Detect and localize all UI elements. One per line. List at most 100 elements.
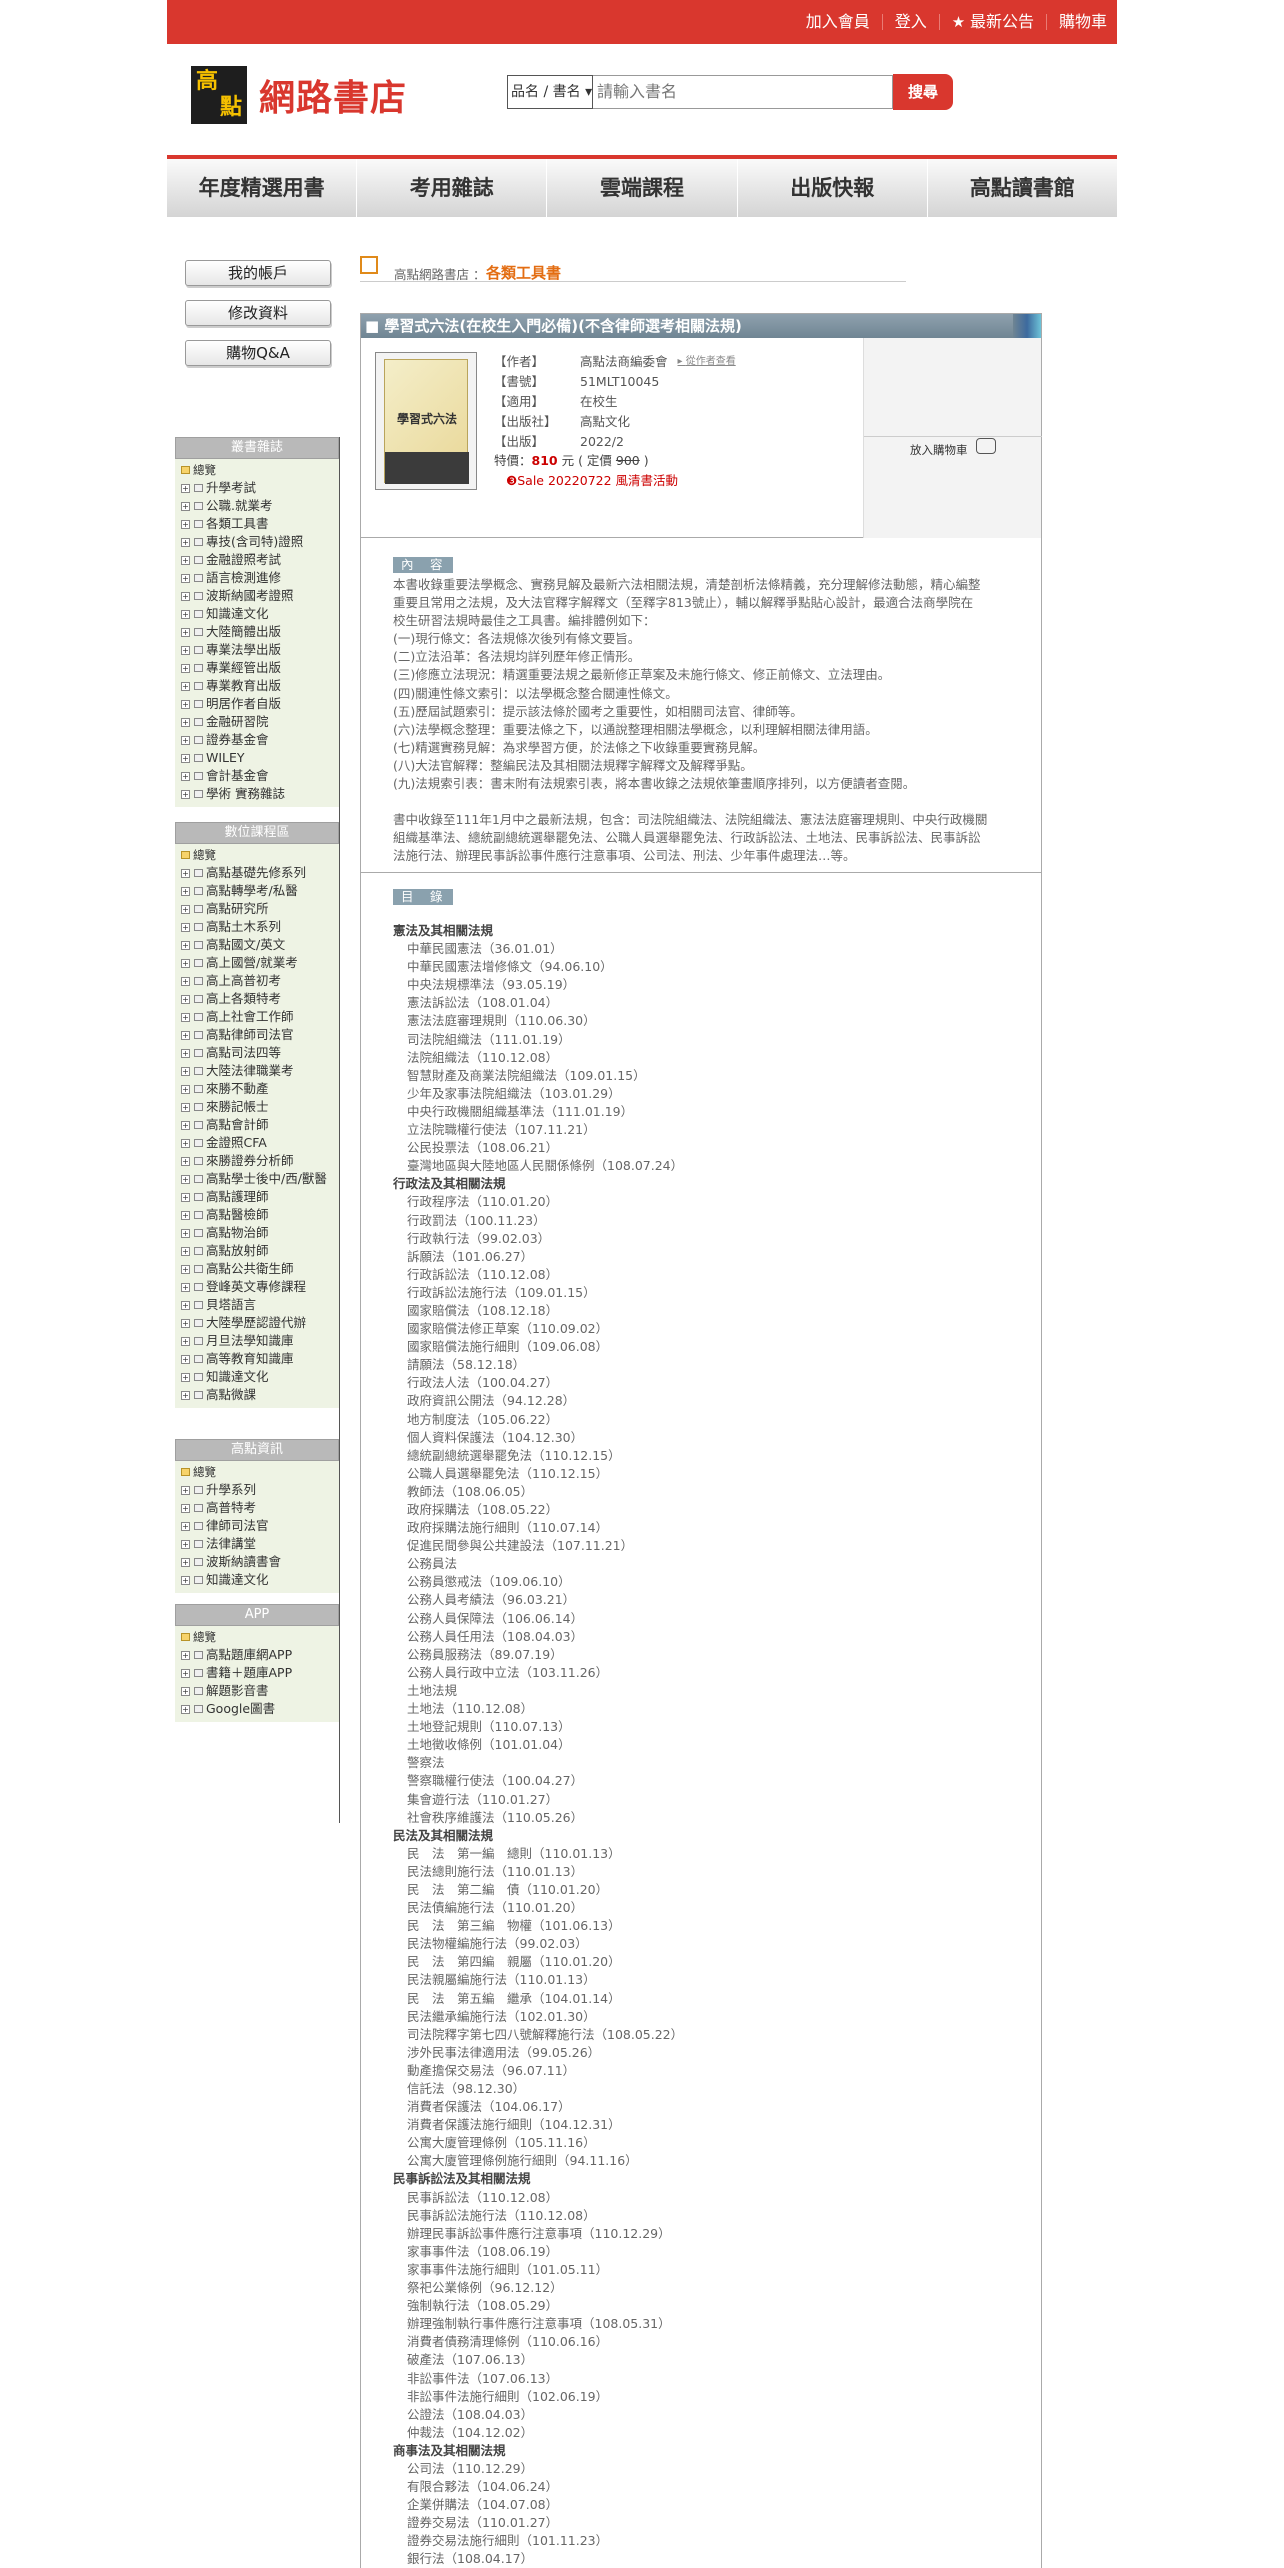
sidebar-item[interactable]: + 專業法學出版 — [181, 641, 339, 659]
product-field: 【出版社】 高點文化 — [494, 414, 631, 429]
sidebar-item[interactable]: + 專技(含司特)證照 — [181, 533, 339, 551]
sidebar-item[interactable]: + 金融研習院 — [181, 713, 339, 731]
sidebar-item[interactable]: + 金證照CFA — [181, 1134, 339, 1152]
sidebar-item[interactable]: + 高上高普初考 — [181, 972, 339, 990]
sidebar-item[interactable]: + 金融證照考試 — [181, 551, 339, 569]
folder-icon — [194, 700, 203, 708]
sidebar-item[interactable]: + 高點研究所 — [181, 900, 339, 918]
sidebar-item[interactable]: + 知識達文化 — [181, 1571, 339, 1589]
sidebar-item[interactable]: + 高點學士後中/西/獸醫 — [181, 1170, 339, 1188]
sidebar-item[interactable]: + 大陸法律職業考 — [181, 1062, 339, 1080]
toc-entry: 消費者保護法施行細則（104.12.31） — [407, 2117, 621, 2133]
sidebar-overview[interactable]: 總覽 — [181, 1463, 339, 1481]
sidebar-item[interactable]: + 高點國文/英文 — [181, 936, 339, 954]
folder-icon — [194, 977, 203, 985]
sidebar-item[interactable]: + 高點轉學考/私醫 — [181, 882, 339, 900]
sidebar-item[interactable]: + 公職.就業考 — [181, 497, 339, 515]
sale-event-link[interactable]: ❸Sale 20220722 風清書活動 — [506, 470, 678, 489]
site-logo[interactable]: 高 點 網路書店 — [191, 66, 407, 124]
sidebar-overview[interactable]: 總覽 — [181, 461, 339, 479]
sidebar-item[interactable]: + 貝塔語言 — [181, 1296, 339, 1314]
book-cover[interactable]: 學習式六法 — [375, 352, 477, 490]
sidebar-item[interactable]: + 升學系列 — [181, 1481, 339, 1499]
sidebar-item[interactable]: + 知識達文化 — [181, 1368, 339, 1386]
sidebar-item[interactable]: + 會計基金會 — [181, 767, 339, 785]
sidebar-item[interactable]: + 高上社會工作師 — [181, 1008, 339, 1026]
sidebar-item[interactable]: + 高點司法四等 — [181, 1044, 339, 1062]
search-button[interactable]: 搜尋 — [893, 74, 953, 110]
toc-entry: 涉外民事法律適用法（99.05.26） — [407, 2044, 601, 2060]
sidebar-item[interactable]: + 法律講堂 — [181, 1535, 339, 1553]
sidebar-item[interactable]: + 來勝證券分析師 — [181, 1152, 339, 1170]
sidebar-item[interactable]: + 高上國營/就業考 — [181, 954, 339, 972]
sidebar-section: 數位課程區 總覽 + 高點基礎先修系列 + 高點轉學考/私醫 + 高點研究所 + 高點土木系列 + 高… — [175, 822, 339, 1408]
nav-magazines[interactable]: 考用雜誌 — [357, 159, 548, 217]
sidebar-item[interactable]: + 高等教育知識庫 — [181, 1350, 339, 1368]
sidebar-item[interactable]: + 高點醫檢師 — [181, 1206, 339, 1224]
sidebar-item[interactable]: + 升學考試 — [181, 479, 339, 497]
sidebar-item[interactable]: + 大陸簡體出版 — [181, 623, 339, 641]
nav-annual-picks[interactable]: 年度精選用書 — [167, 159, 358, 217]
add-to-cart-button[interactable]: 放入購物車 — [910, 442, 968, 458]
toc-entry: 土地法（110.12.08） — [407, 1701, 534, 1717]
sidebar-item[interactable]: + 波斯納讀書會 — [181, 1553, 339, 1571]
sidebar-item[interactable]: + 高普特考 — [181, 1499, 339, 1517]
sidebar-item[interactable]: + 來勝記帳士 — [181, 1098, 339, 1116]
sidebar-item[interactable]: + 知識達文化 — [181, 605, 339, 623]
shopping-faq-button[interactable]: 購物Q&A — [185, 340, 331, 366]
sidebar-item[interactable]: + WILEY — [181, 749, 339, 767]
author-link[interactable]: ▸ 從作者查看 — [678, 352, 736, 372]
sidebar-item[interactable]: + 高點公共衛生師 — [181, 1260, 339, 1278]
sidebar-item[interactable]: + 高點題庫網APP — [181, 1646, 339, 1664]
sidebar-item[interactable]: + 高點放射師 — [181, 1242, 339, 1260]
sidebar-item[interactable]: + 學術 實務雜誌 — [181, 785, 339, 803]
sidebar-item[interactable]: + 書籍＋題庫APP — [181, 1664, 339, 1682]
sidebar-item[interactable]: + 高點律師司法官 — [181, 1026, 339, 1044]
sidebar-item[interactable]: + 月旦法學知識庫 — [181, 1332, 339, 1350]
expand-icon: + — [181, 1265, 190, 1274]
news-link[interactable]: ★ 最新公告 — [938, 14, 1034, 30]
login-link[interactable]: 登入 — [881, 14, 927, 30]
sidebar-item[interactable]: + 高點物治師 — [181, 1224, 339, 1242]
sidebar-item[interactable]: + 來勝不動產 — [181, 1080, 339, 1098]
sidebar-item[interactable]: + 語言檢測進修 — [181, 569, 339, 587]
sidebar-item[interactable]: + 證券基金會 — [181, 731, 339, 749]
sidebar-item[interactable]: + 專業教育出版 — [181, 677, 339, 695]
sidebar-item[interactable]: + 大陸學歷認證代辦 — [181, 1314, 339, 1332]
join-member-link[interactable]: 加入會員 — [794, 14, 870, 30]
sidebar-overview[interactable]: 總覽 — [181, 846, 339, 864]
sidebar-item[interactable]: + 專業經管出版 — [181, 659, 339, 677]
sidebar-overview[interactable]: 總覽 — [181, 1628, 339, 1646]
sidebar-item[interactable]: + 各類工具書 — [181, 515, 339, 533]
toc-entry: 訴願法（101.06.27） — [407, 1248, 534, 1264]
nav-publication-news[interactable]: 出版快報 — [738, 159, 928, 217]
search-input[interactable]: 請輸入書名 — [593, 75, 893, 109]
nav-cloud-courses[interactable]: 雲端課程 — [547, 159, 738, 217]
sidebar-item[interactable]: + 高點護理師 — [181, 1188, 339, 1206]
nav-reading-hall[interactable]: 高點讀書館 — [928, 159, 1117, 217]
breadcrumb-home[interactable]: 高點網路書店 ： — [394, 264, 486, 283]
search-type-select[interactable]: 品名 / 書名 ▾ — [507, 75, 593, 109]
cart-icon[interactable] — [976, 438, 996, 454]
toc-entry: 行政程序法（110.01.20） — [407, 1194, 559, 1210]
toc-entry: 土地法規 — [407, 1682, 458, 1698]
my-account-button[interactable]: 我的帳戶 — [185, 260, 331, 286]
sidebar-item[interactable]: + 解題影音書 — [181, 1682, 339, 1700]
sidebar-item[interactable]: + 高點土木系列 — [181, 918, 339, 936]
expand-icon: + — [181, 790, 190, 799]
sidebar-item[interactable]: + 高點微課 — [181, 1386, 339, 1404]
sidebar-item[interactable]: + 高上各類特考 — [181, 990, 339, 1008]
expand-icon: + — [181, 574, 190, 583]
sidebar-item[interactable]: + Google圖書 — [181, 1700, 339, 1718]
sidebar-item[interactable]: + 波斯納國考證照 — [181, 587, 339, 605]
sidebar-item[interactable]: + 高點基礎先修系列 — [181, 864, 339, 882]
sidebar-item[interactable]: + 律師司法官 — [181, 1517, 339, 1535]
edit-profile-button[interactable]: 修改資料 — [185, 300, 331, 326]
expand-icon: + — [181, 959, 190, 968]
toc-heading: 民事訴訟法及其相關法規 — [393, 2171, 531, 2187]
sidebar-item[interactable]: + 明居作者自版 — [181, 695, 339, 713]
sidebar-item[interactable]: + 高點會計師 — [181, 1116, 339, 1134]
cart-link[interactable]: 購物車 — [1045, 14, 1107, 30]
toc-entry: 消費者保護法（104.06.17） — [407, 2099, 571, 2115]
sidebar-item[interactable]: + 登峰英文專修課程 — [181, 1278, 339, 1296]
